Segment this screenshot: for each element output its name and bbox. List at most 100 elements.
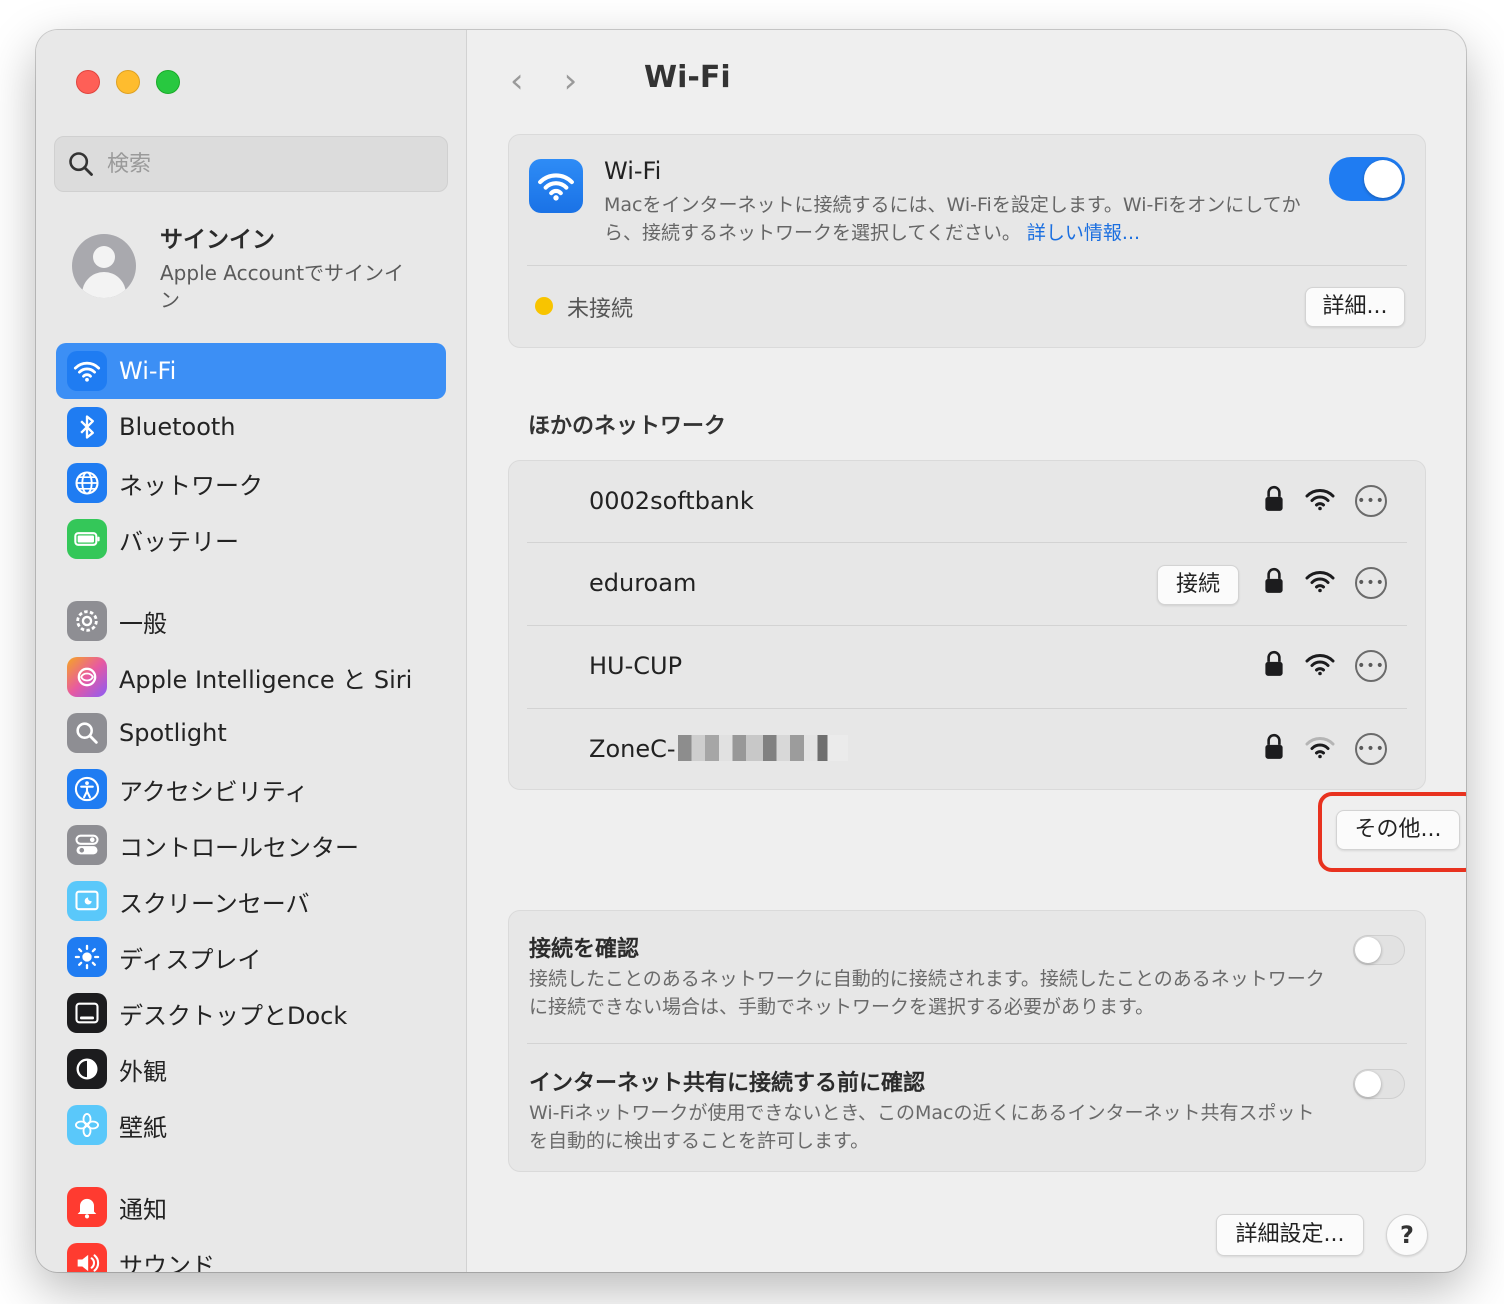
globe-icon (67, 463, 107, 503)
sidebar-item-label: ディスプレイ (119, 945, 262, 974)
more-options-icon[interactable]: ••• (1355, 567, 1387, 599)
sidebar-item-general[interactable]: 一般 (56, 593, 446, 649)
search-box[interactable] (54, 136, 448, 192)
wifi-signal-icon (1305, 569, 1335, 597)
other-network-button[interactable]: その他... (1336, 810, 1460, 850)
network-name: eduroam (589, 569, 697, 597)
wifi-signal-icon (1305, 487, 1335, 515)
wifi-name: Wi-Fi (604, 157, 662, 185)
status-dot (535, 297, 553, 315)
sidebar-item-display[interactable]: ディスプレイ (56, 929, 446, 985)
help-button[interactable]: ? (1386, 1214, 1428, 1256)
sidebar-item-desktop-dock[interactable]: デスクトップとDock (56, 985, 446, 1041)
ask-join-description: 接続したことのあるネットワークに自動的に接続されます。接続したことのあるネットワ… (529, 968, 1325, 1018)
sidebar-item-label: スクリーンセーバ (119, 889, 310, 918)
sidebar: サインイン Apple Accountでサインイン Wi-Fi Bluetoot… (36, 30, 467, 1272)
main-pane: ‹ › Wi-Fi Wi-Fi Macをインターネットに接続するには、Wi-Fi… (468, 30, 1466, 1272)
divider (527, 1043, 1407, 1044)
details-button[interactable]: 詳細... (1305, 287, 1405, 327)
sidebar-item-battery[interactable]: バッテリー (56, 511, 446, 567)
account-row[interactable]: サインイン Apple Accountでサインイン (72, 220, 410, 314)
wifi-toggle[interactable] (1329, 157, 1405, 201)
zoom-window-button[interactable] (156, 70, 180, 94)
sidebar-item-network[interactable]: ネットワーク (56, 455, 446, 511)
network-row[interactable]: HU-CUP ••• (509, 626, 1425, 708)
forward-button[interactable]: › (564, 64, 578, 98)
bluetooth-icon (67, 407, 107, 447)
sidebar-item-appearance[interactable]: 外観 (56, 1041, 446, 1097)
more-options-icon[interactable]: ••• (1355, 650, 1387, 682)
screensaver-icon (67, 881, 107, 921)
sidebar-item-label: 壁紙 (119, 1113, 167, 1142)
sidebar-item-label: ネットワーク (119, 471, 263, 500)
connection-status: 未接続 (567, 297, 634, 322)
ask-join-toggle[interactable] (1353, 935, 1405, 965)
search-input[interactable] (107, 151, 427, 177)
more-options-icon[interactable]: ••• (1355, 733, 1387, 765)
window-controls (76, 70, 180, 94)
dock-icon (67, 993, 107, 1033)
sidebar-item-label: Wi-Fi (119, 357, 177, 385)
lock-icon (1263, 485, 1285, 517)
networks-list: 0002softbank ••• eduroam 接続 ••• HU-CUP •… (508, 460, 1426, 790)
network-row[interactable]: ZoneC- ••• (509, 709, 1425, 791)
sidebar-item-label: Apple Intelligence と Siri (119, 665, 413, 694)
sidebar-item-sound[interactable]: サウンド (56, 1235, 446, 1272)
minimize-window-button[interactable] (116, 70, 140, 94)
wifi-icon (529, 159, 583, 213)
siri-icon (67, 657, 107, 697)
redacted-text (677, 735, 848, 761)
ask-to-join-card: 接続を確認 接続したことのあるネットワークに自動的に接続されます。接続したことの… (508, 910, 1426, 1172)
more-options-icon[interactable]: ••• (1355, 485, 1387, 517)
sidebar-item-bluetooth[interactable]: Bluetooth (56, 399, 446, 455)
control-center-icon (67, 825, 107, 865)
network-row[interactable]: eduroam 接続 ••• (509, 543, 1425, 625)
network-name: ZoneC- (589, 735, 848, 763)
wifi-description-text: Macをインターネットに接続するには、Wi-Fiを設定します。Wi-Fiをオンに… (604, 194, 1301, 244)
speaker-icon (67, 1243, 107, 1272)
close-window-button[interactable] (76, 70, 100, 94)
sidebar-item-spotlight[interactable]: Spotlight (56, 705, 446, 761)
settings-window: サインイン Apple Accountでサインイン Wi-Fi Bluetoot… (36, 30, 1466, 1272)
sidebar-nav: Wi-Fi Bluetooth ネットワーク バッテリー 一般 Apple In… (56, 343, 446, 1272)
wifi-signal-weak-icon (1305, 735, 1335, 763)
sidebar-item-label: コントロールセンター (119, 833, 359, 862)
account-subtitle: Apple Accountでサインイン (160, 261, 405, 312)
account-name: サインイン (160, 227, 275, 253)
lock-icon (1263, 650, 1285, 682)
sidebar-item-label: 外観 (119, 1057, 167, 1086)
avatar (72, 234, 136, 298)
ask-hotspot-description: Wi-Fiネットワークが使用できないとき、このMacの近くにあるインターネット共… (529, 1102, 1315, 1152)
ask-hotspot-toggle[interactable] (1353, 1069, 1405, 1099)
sidebar-item-notifications[interactable]: 通知 (56, 1179, 446, 1235)
sidebar-item-control-center[interactable]: コントロールセンター (56, 817, 446, 873)
sidebar-item-label: サウンド (119, 1251, 215, 1273)
gear-icon (67, 601, 107, 641)
ask-hotspot-title: インターネット共有に接続する前に確認 (529, 1071, 926, 1096)
wifi-card: Wi-Fi Macをインターネットに接続するには、Wi-Fiを設定します。Wi-… (508, 134, 1426, 348)
sidebar-item-label: Bluetooth (119, 413, 236, 441)
accessibility-icon (67, 769, 107, 809)
sidebar-item-screensaver[interactable]: スクリーンセーバ (56, 873, 446, 929)
bell-icon (67, 1187, 107, 1227)
sidebar-item-siri[interactable]: Apple Intelligence と Siri (56, 649, 446, 705)
sidebar-item-label: デスクトップとDock (119, 1001, 348, 1030)
wifi-description: Macをインターネットに接続するには、Wi-Fiを設定します。Wi-Fiをオンに… (604, 191, 1314, 247)
ask-join-title: 接続を確認 (529, 937, 640, 962)
connect-button[interactable]: 接続 (1157, 565, 1239, 605)
learn-more-link[interactable]: 詳しい情報... (1027, 222, 1140, 244)
other-networks-title: ほかのネットワーク (528, 414, 727, 439)
wifi-signal-icon (1305, 652, 1335, 680)
divider (527, 265, 1407, 266)
advanced-settings-button[interactable]: 詳細設定... (1216, 1214, 1364, 1256)
magnifier-icon (67, 713, 107, 753)
sidebar-item-accessibility[interactable]: アクセシビリティ (56, 761, 446, 817)
sidebar-item-wallpaper[interactable]: 壁紙 (56, 1097, 446, 1153)
network-row[interactable]: 0002softbank ••• (509, 461, 1425, 543)
wifi-icon (67, 351, 107, 391)
sidebar-item-label: アクセシビリティ (119, 777, 309, 806)
lock-icon (1263, 733, 1285, 765)
sidebar-item-wifi[interactable]: Wi-Fi (56, 343, 446, 399)
appearance-icon (67, 1049, 107, 1089)
back-button[interactable]: ‹ (510, 64, 524, 98)
